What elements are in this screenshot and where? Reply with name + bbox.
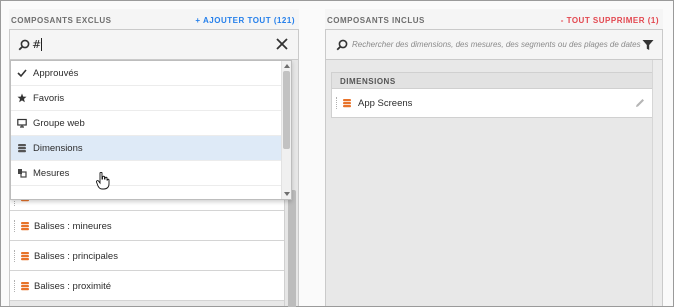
drag-handle[interactable] bbox=[14, 280, 16, 292]
excluded-panel-title: COMPOSANTS EXCLUS bbox=[11, 16, 112, 25]
list-item-label: Balises : principales bbox=[34, 251, 118, 262]
dropdown-scroll-thumb[interactable] bbox=[283, 71, 290, 149]
dimensions-group-header: DIMENSIONS bbox=[332, 73, 653, 89]
excluded-components-list: Balises : UUID Balises : mineures bbox=[10, 185, 298, 301]
dimension-icon bbox=[21, 282, 29, 291]
dropdown-item-web-group[interactable]: Groupe web bbox=[11, 111, 281, 136]
included-search-input[interactable]: Rechercher des dimensions, des mesures, … bbox=[352, 40, 641, 49]
star-icon bbox=[17, 93, 27, 103]
included-components-panel: COMPOSANTS INCLUS - TOUT SUPPRIMER (1) R… bbox=[325, 9, 663, 306]
excluded-panel-header: COMPOSANTS EXCLUS + AJOUTER TOUT (121) bbox=[9, 9, 299, 29]
filter-icon[interactable] bbox=[642, 39, 654, 51]
dropdown-scrollbar[interactable] bbox=[281, 61, 291, 199]
excluded-search-input[interactable]: # bbox=[32, 38, 41, 51]
dropdown-item-favorites[interactable]: Favoris bbox=[11, 86, 281, 111]
dropdown-item-label: Mesures bbox=[33, 168, 70, 179]
checkmark-icon bbox=[17, 69, 27, 78]
dimension-icon bbox=[18, 144, 26, 153]
metric-icon bbox=[18, 169, 27, 178]
dropdown-item-label: Favoris bbox=[33, 93, 65, 104]
list-item[interactable]: Balises : proximité bbox=[10, 271, 284, 301]
add-all-button[interactable]: + AJOUTER TOUT (121) bbox=[195, 16, 295, 25]
close-icon[interactable] bbox=[276, 38, 288, 50]
excluded-panel-body: # Balises : mineures Balises: principal… bbox=[9, 29, 299, 307]
text-caret bbox=[41, 38, 42, 51]
dimension-icon bbox=[21, 222, 29, 231]
included-panel-header: COMPOSANTS INCLUS - TOUT SUPPRIMER (1) bbox=[325, 9, 663, 29]
scroll-up-arrow-icon[interactable] bbox=[284, 64, 290, 68]
list-item-label: Balises : proximité bbox=[34, 281, 112, 292]
dropdown-item-label: Approuvés bbox=[33, 68, 79, 79]
filter-dropdown: Approuvés Favoris Groupe web Dimensions … bbox=[10, 60, 292, 200]
search-icon bbox=[18, 39, 30, 51]
list-item[interactable]: App Screens bbox=[332, 89, 653, 117]
excluded-components-panel: COMPOSANTS EXCLUS + AJOUTER TOUT (121) # bbox=[9, 9, 299, 307]
excluded-search-box[interactable]: # bbox=[10, 30, 298, 60]
dimension-icon bbox=[343, 99, 351, 108]
excluded-list-scroll-thumb[interactable] bbox=[288, 190, 296, 307]
dropdown-item-label: Dimensions bbox=[33, 143, 83, 154]
included-panel-title: COMPOSANTS INCLUS bbox=[327, 16, 425, 25]
included-search-box[interactable]: Rechercher des dimensions, des mesures, … bbox=[326, 30, 662, 60]
search-icon bbox=[336, 39, 348, 51]
list-item[interactable]: Balises : mineures bbox=[10, 211, 284, 241]
monitor-icon bbox=[17, 118, 27, 128]
remove-all-button[interactable]: - TOUT SUPPRIMER (1) bbox=[561, 16, 659, 25]
included-panel-body: Rechercher des dimensions, des mesures, … bbox=[325, 29, 663, 306]
list-item-label: App Screens bbox=[358, 98, 413, 109]
edit-pencil-icon[interactable] bbox=[635, 98, 645, 108]
drag-handle[interactable] bbox=[336, 97, 337, 109]
scroll-down-arrow-icon[interactable] bbox=[284, 192, 290, 196]
list-item[interactable]: Balises : principales bbox=[10, 241, 284, 271]
dropdown-item-label: Groupe web bbox=[33, 118, 85, 129]
dimension-icon bbox=[21, 252, 29, 261]
hand-cursor-icon bbox=[96, 172, 110, 190]
dropdown-item-dimensions[interactable]: Dimensions bbox=[11, 136, 281, 161]
drag-handle[interactable] bbox=[14, 220, 16, 232]
drag-handle[interactable] bbox=[14, 250, 16, 262]
excluded-list-area: Balises : UUID Balises : mineures bbox=[10, 60, 298, 306]
list-item-label: Balises : mineures bbox=[34, 221, 112, 232]
dimensions-group: DIMENSIONS App Screens bbox=[331, 72, 654, 118]
dropdown-item-metrics[interactable]: Mesures bbox=[11, 161, 281, 186]
dropdown-item-approved[interactable]: Approuvés bbox=[11, 61, 281, 86]
included-list-scrollbar[interactable] bbox=[652, 60, 662, 306]
app-frame: COMPOSANTS EXCLUS + AJOUTER TOUT (121) # bbox=[0, 0, 674, 307]
